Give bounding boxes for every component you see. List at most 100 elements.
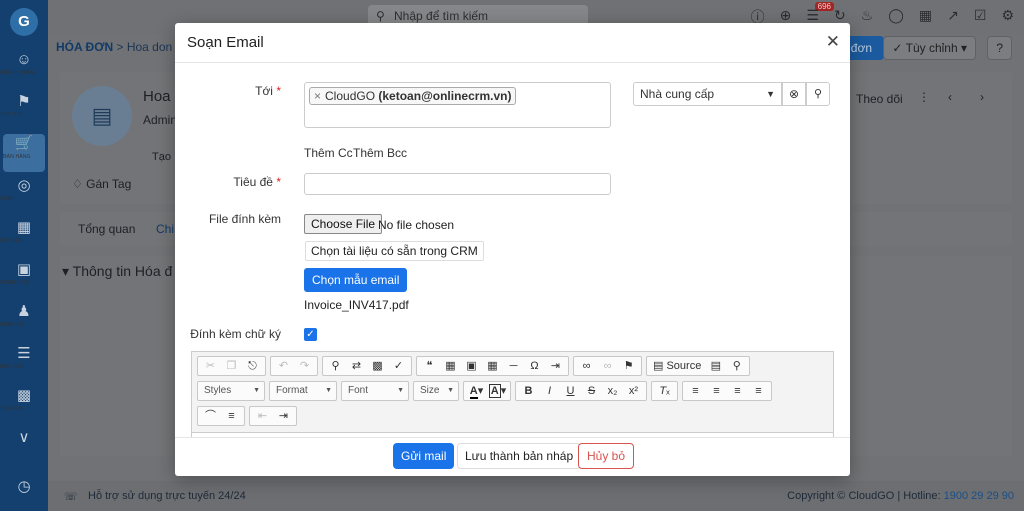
remove-format-icon[interactable]: Tₓ bbox=[654, 382, 675, 400]
numbered-list-icon[interactable]: ⌒ bbox=[200, 407, 221, 425]
sidebar-item-hr[interactable]: ♟ NHÂN SỰ bbox=[0, 302, 48, 340]
editor-toolbar-row-2: Styles ▼ Format ▼ Font ▼ Size ▼ A▾ A ▾ B I U … bbox=[197, 381, 776, 403]
horizontal-rule-icon[interactable]: ─ bbox=[503, 357, 524, 375]
bulleted-list-icon[interactable]: ≡ bbox=[221, 407, 242, 425]
chat-icon[interactable]: ◯ bbox=[888, 7, 904, 27]
indent-block-icon[interactable]: ⇥ bbox=[545, 357, 566, 375]
clear-select-icon[interactable]: ⊗ bbox=[782, 82, 806, 106]
blockquote-icon[interactable]: ❝ bbox=[419, 357, 440, 375]
sidebar-item-utilities[interactable]: ▩ TIỆN ÍCH bbox=[0, 386, 48, 424]
follow-button[interactable]: Theo dõi bbox=[856, 92, 903, 106]
search-icon[interactable]: ⚲ bbox=[806, 82, 830, 106]
select-all-icon[interactable]: ▩ bbox=[367, 357, 388, 375]
sidebar-item-sales[interactable]: 🛒 BÁN HÀNG bbox=[3, 134, 45, 172]
bell-icon[interactable]: ♨ bbox=[861, 7, 874, 27]
align-left-icon[interactable]: ≡ bbox=[685, 382, 706, 400]
templates-icon[interactable]: ▤ bbox=[705, 357, 726, 375]
app-logo[interactable]: G bbox=[10, 8, 38, 36]
size-dropdown[interactable]: Size ▼ bbox=[413, 381, 459, 401]
bold-icon[interactable]: B bbox=[518, 382, 539, 400]
pin-icon: ✓ bbox=[892, 41, 903, 55]
subject-input[interactable] bbox=[304, 173, 611, 195]
recipient-tag: × CloudGO (ketoan@onlinecrm.vn) bbox=[309, 87, 517, 105]
strikethrough-icon[interactable]: S bbox=[581, 382, 602, 400]
subscript-icon[interactable]: x₂ bbox=[602, 382, 623, 400]
paste-icon[interactable]: ⎋ bbox=[242, 357, 263, 375]
attached-file-name: Invoice_INV417.pdf bbox=[304, 298, 409, 312]
more-icon[interactable]: ⋮ bbox=[918, 90, 930, 104]
font-dropdown[interactable]: Font ▼ bbox=[341, 381, 409, 401]
cut-icon[interactable]: ✂ bbox=[200, 357, 221, 375]
next-icon[interactable]: › bbox=[980, 90, 984, 104]
image-icon[interactable]: ▣ bbox=[461, 357, 482, 375]
section-title[interactable]: ▾ Thông tin Hóa đ bbox=[62, 263, 172, 280]
outdent-icon[interactable]: ⇤ bbox=[252, 407, 273, 425]
clock-icon[interactable]: ◷ bbox=[0, 477, 48, 495]
sidebar-item-customers[interactable]: ☺ KHÁCH HÀNG bbox=[0, 50, 48, 88]
format-dropdown[interactable]: Format ▼ bbox=[269, 381, 337, 401]
sidebar-expand[interactable]: ∨ bbox=[0, 428, 48, 466]
styles-dropdown[interactable]: Styles ▼ bbox=[197, 381, 265, 401]
breadcrumb-root[interactable]: HÓA ĐƠN bbox=[56, 40, 113, 54]
align-right-icon[interactable]: ≡ bbox=[727, 382, 748, 400]
checkbox-icon[interactable]: ☑ bbox=[974, 7, 987, 27]
spellcheck-icon[interactable]: ✓ bbox=[388, 357, 409, 375]
special-char-icon[interactable]: Ω bbox=[524, 357, 545, 375]
underline-icon[interactable]: U bbox=[560, 382, 581, 400]
caret-down-icon: ▾ bbox=[62, 263, 70, 279]
send-mail-button[interactable]: Gửi mail bbox=[393, 443, 455, 469]
to-recipients-field[interactable]: × CloudGO (ketoan@onlinecrm.vn) bbox=[304, 82, 611, 128]
preview-icon[interactable]: ⚲ bbox=[726, 357, 747, 375]
sidebar-item-marketing[interactable]: ⚑ TIẾP THỊ bbox=[0, 92, 48, 130]
undo-icon[interactable]: ↶ bbox=[273, 357, 294, 375]
sidebar-item-reports[interactable]: ☰ BÁO CÁO bbox=[0, 344, 48, 382]
customize-button[interactable]: ✓ Tùy chỉnh ▾ bbox=[883, 36, 976, 60]
add-bcc-link[interactable]: Thêm Bcc bbox=[353, 146, 407, 160]
calendar-icon[interactable]: ▦ bbox=[919, 7, 932, 27]
remove-recipient-icon[interactable]: × bbox=[314, 89, 321, 103]
add-cc-link[interactable]: Thêm Cc bbox=[304, 146, 353, 160]
prev-icon[interactable]: ‹ bbox=[948, 90, 952, 104]
indent-icon[interactable]: ⇥ bbox=[273, 407, 294, 425]
email-template-button[interactable]: Chọn mẫu email bbox=[304, 268, 408, 292]
choose-file-button[interactable]: Choose File bbox=[304, 214, 383, 234]
qrcode-icon[interactable]: ▦ bbox=[440, 357, 461, 375]
italic-icon[interactable]: I bbox=[539, 382, 560, 400]
unlink-icon[interactable]: ∞ bbox=[597, 357, 618, 375]
link-icon[interactable]: ∞ bbox=[576, 357, 597, 375]
attachment-label: File đính kèm bbox=[208, 212, 281, 226]
close-icon[interactable]: ✕ bbox=[826, 32, 840, 52]
text-color-icon[interactable]: A▾ bbox=[466, 382, 487, 400]
crm-document-button[interactable]: Chọn tài liệu có sẵn trong CRM bbox=[305, 241, 484, 261]
tab-detail[interactable]: Chi bbox=[156, 222, 174, 236]
save-draft-button[interactable]: Lưu thành bản nháp bbox=[457, 443, 582, 469]
chevron-down-icon: ▼ bbox=[766, 89, 775, 99]
replace-icon[interactable]: ⇄ bbox=[346, 357, 367, 375]
to-label: Tới * bbox=[255, 84, 281, 98]
copyright: Copyright © CloudGO | Hotline: 1900 29 2… bbox=[787, 490, 1014, 502]
signature-checkbox[interactable]: ✓ bbox=[304, 328, 317, 341]
copy-icon[interactable]: ❐ bbox=[221, 357, 242, 375]
settings-icon[interactable]: ⚙ bbox=[1001, 7, 1014, 27]
chart-icon[interactable]: ↗ bbox=[947, 7, 959, 27]
sidebar-item-tasks[interactable]: ▣ CÔNG VIỆC bbox=[0, 260, 48, 298]
tag-button[interactable]: ♢ Gán Tag bbox=[72, 177, 131, 191]
hotline-link[interactable]: 1900 29 29 90 bbox=[944, 490, 1014, 502]
sidebar-item-cskh[interactable]: ◎ CSKH bbox=[0, 176, 48, 214]
table-icon[interactable]: ▦ bbox=[482, 357, 503, 375]
chevron-down-icon: ▼ bbox=[253, 387, 260, 394]
source-button[interactable]: ▤ Source bbox=[649, 357, 705, 375]
find-icon[interactable]: ⚲ bbox=[325, 357, 346, 375]
superscript-icon[interactable]: x² bbox=[623, 382, 644, 400]
background-color-icon[interactable]: A ▾ bbox=[487, 382, 508, 400]
redo-icon[interactable]: ↷ bbox=[294, 357, 315, 375]
support-text: Hỗ trợ sử dụng trực tuyến 24/24 bbox=[88, 490, 246, 502]
cancel-button[interactable]: Hủy bỏ bbox=[578, 443, 635, 469]
align-justify-icon[interactable]: ≡ bbox=[748, 382, 769, 400]
anchor-flag-icon[interactable]: ⚑ bbox=[618, 357, 639, 375]
sidebar-item-events[interactable]: ▦ SỰ KIỆN bbox=[0, 218, 48, 256]
vendor-select[interactable]: Nhà cung cấp ▼ bbox=[633, 82, 782, 106]
tab-overview[interactable]: Tổng quan bbox=[78, 222, 135, 236]
help-button[interactable]: ? bbox=[987, 36, 1012, 60]
align-center-icon[interactable]: ≡ bbox=[706, 382, 727, 400]
